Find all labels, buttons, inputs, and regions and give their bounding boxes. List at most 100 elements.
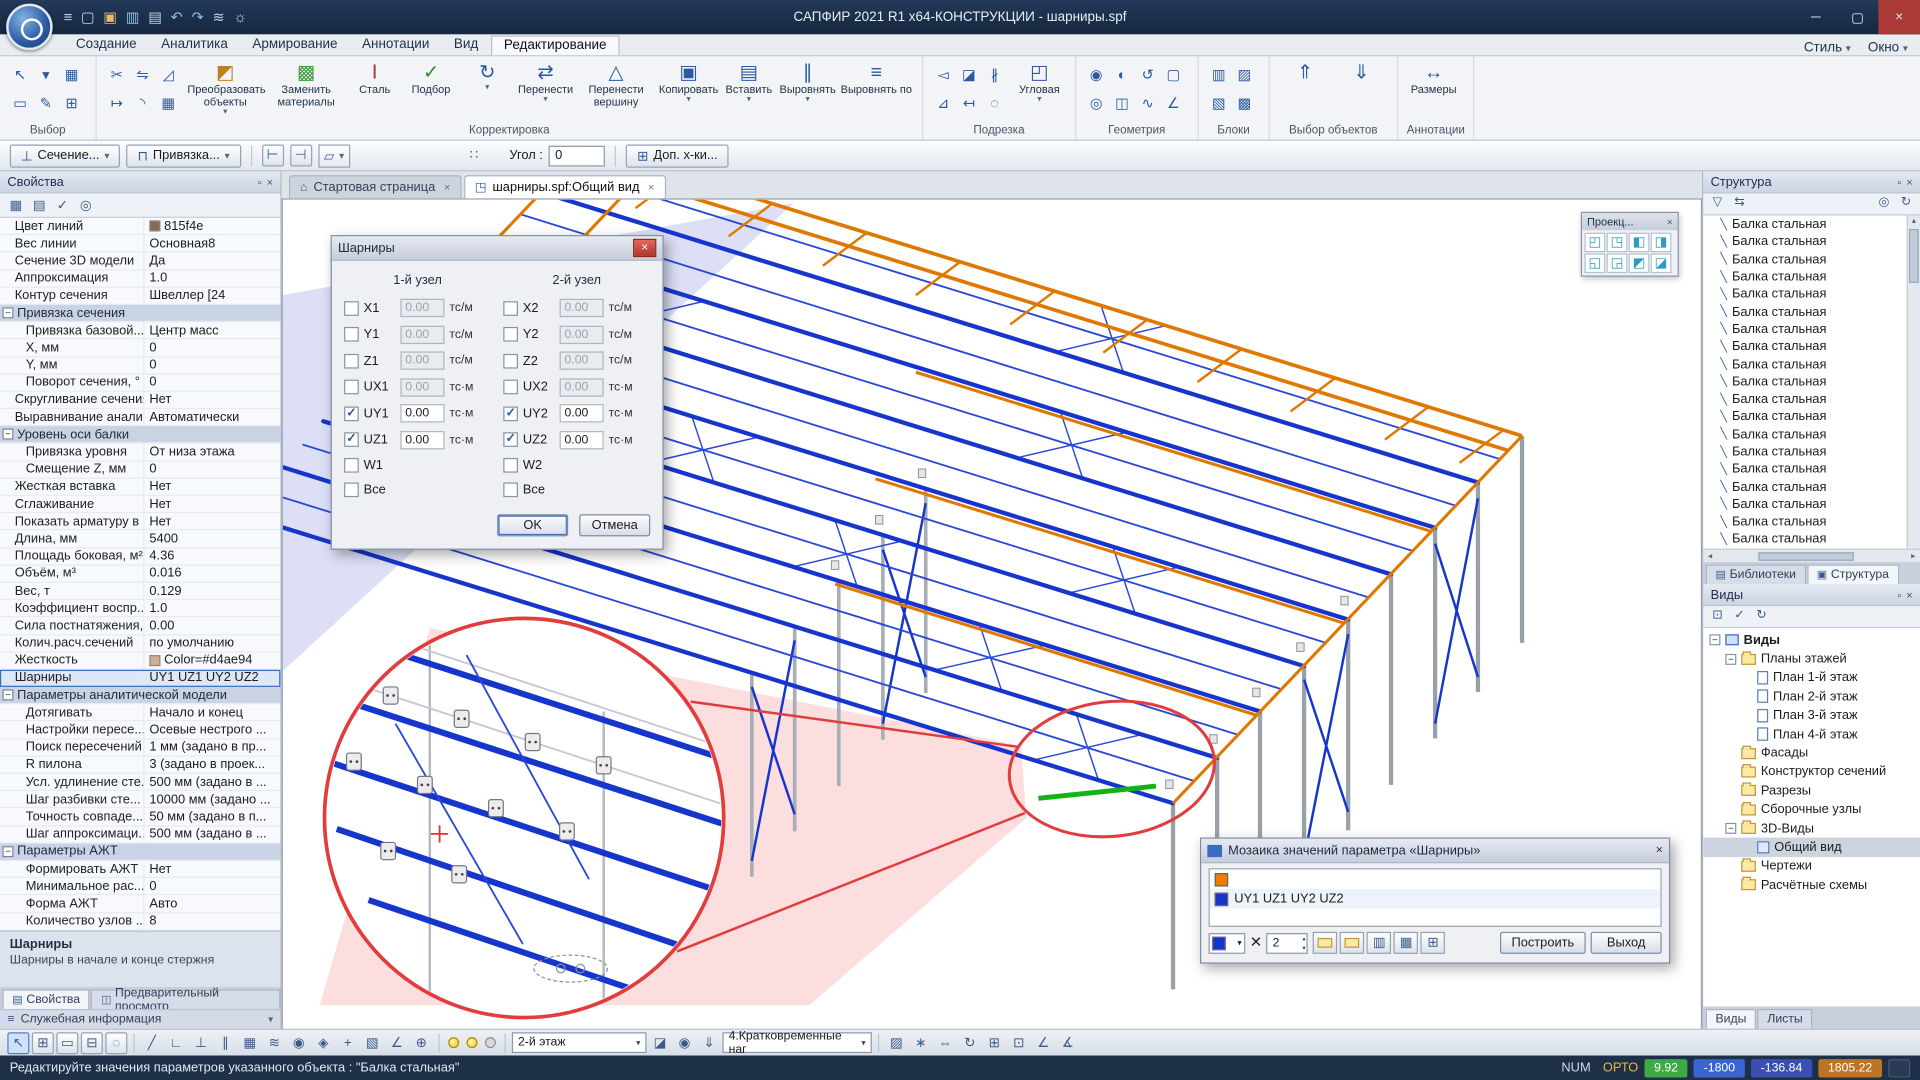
select-fence-icon[interactable]: ▦: [60, 62, 83, 85]
save-button[interactable]: ▥: [1367, 932, 1391, 954]
dock-icon[interactable]: ▫: [1897, 176, 1901, 188]
layers-button[interactable]: ≋: [263, 1032, 285, 1054]
close-icon[interactable]: ×: [267, 176, 273, 188]
scroll-left-icon[interactable]: ◂: [1703, 551, 1716, 561]
property-row[interactable]: Длина, мм5400: [0, 531, 280, 548]
dimensions-button[interactable]: ↔Размеры: [1407, 59, 1461, 123]
collapse-icon[interactable]: −: [1709, 635, 1720, 646]
views-tree-item[interactable]: −Виды: [1703, 631, 1920, 650]
link-icon[interactable]: ⇆: [1730, 195, 1748, 213]
views-tree-item[interactable]: План 3-й этаж: [1703, 706, 1920, 725]
property-row[interactable]: ДотягиватьНачало и конец: [0, 704, 280, 721]
block-explode-icon[interactable]: ▩: [1233, 91, 1256, 114]
filter-icon[interactable]: ▽: [1708, 195, 1726, 213]
structure-item[interactable]: ╲Балка стальная: [1703, 303, 1920, 321]
snap-middle-button[interactable]: ◈: [312, 1032, 334, 1054]
convert-objects-button[interactable]: ◩Преобразовать объекты▾: [186, 59, 264, 123]
checkbox-UX1[interactable]: [344, 380, 359, 395]
proj-dimetric-icon[interactable]: ◪: [1651, 253, 1672, 273]
angle-button[interactable]: ∡: [1057, 1032, 1079, 1054]
property-row[interactable]: Вес линииОсновная8: [0, 235, 280, 252]
property-value[interactable]: Color=#d4ae94: [144, 653, 280, 668]
structure-item[interactable]: ╲Балка стальная: [1703, 233, 1920, 251]
checkbox-UY2[interactable]: ✓: [503, 406, 518, 421]
property-row[interactable]: Форма АЖТАвто: [0, 895, 280, 912]
floor-select[interactable]: 2-й этаж▾: [512, 1032, 647, 1053]
property-value[interactable]: От низа этажа: [144, 445, 280, 460]
horizontal-scrollbar[interactable]: ◂ ▸: [1703, 549, 1920, 562]
block-edit-icon[interactable]: ▨: [1233, 62, 1256, 85]
zoom-window-button[interactable]: ⊞: [983, 1032, 1005, 1054]
rotate-button[interactable]: ↻▾: [460, 59, 514, 123]
property-value[interactable]: 0: [144, 879, 280, 894]
open-file-icon[interactable]: ▣: [103, 9, 117, 26]
property-value[interactable]: 500 мм (задано в ...: [144, 827, 280, 842]
property-row[interactable]: Усл. удлинение сте...500 мм (задано в ..…: [0, 774, 280, 791]
input-UZ1[interactable]: 0.00: [400, 431, 444, 449]
property-value[interactable]: Автоматически: [144, 410, 280, 425]
property-value[interactable]: 0.129: [144, 584, 280, 599]
refresh-icon[interactable]: ↻: [1752, 607, 1770, 625]
angle-input[interactable]: 0: [549, 145, 605, 166]
scroll-right-icon[interactable]: ▸: [1907, 551, 1920, 561]
proj-top-icon[interactable]: ◱: [1584, 253, 1605, 273]
checkbox-UZ2[interactable]: ✓: [503, 433, 518, 448]
tab-Армирование[interactable]: Армирование: [240, 36, 350, 56]
mosaic-view-button[interactable]: ▦: [1394, 932, 1418, 954]
service-info-bar[interactable]: ≡ Служебная информация ▾: [0, 1009, 280, 1029]
views-tree-item[interactable]: Общий вид: [1703, 838, 1920, 857]
measure-icon[interactable]: ∠: [1162, 91, 1185, 114]
collapse-icon[interactable]: −: [1725, 823, 1736, 834]
input-Y2[interactable]: 0.00: [560, 325, 604, 343]
mosaic-dialog-titlebar[interactable]: Мозаика значений параметра «Шарниры» ×: [1201, 839, 1669, 863]
property-value[interactable]: Нет: [144, 392, 280, 407]
property-row[interactable]: Привязка уровняОт низа этажа: [0, 444, 280, 461]
menu-Стиль[interactable]: Стиль▾: [1804, 40, 1851, 55]
property-row[interactable]: Количество узлов ...8: [0, 913, 280, 930]
extra-params-button[interactable]: ⊞ Доп. х-ки...: [626, 144, 729, 167]
cancel-button[interactable]: Отмена: [579, 514, 650, 536]
input-X2[interactable]: 0.00: [560, 299, 604, 317]
select-brush-icon[interactable]: ✎: [34, 91, 57, 114]
extend-icon[interactable]: ↦: [105, 91, 128, 114]
exit-button[interactable]: Выход: [1591, 932, 1662, 954]
extrude-icon[interactable]: ◫: [1110, 91, 1133, 114]
measure-button[interactable]: ∠: [1032, 1032, 1054, 1054]
checkbox-UY1[interactable]: ✓: [344, 406, 359, 421]
property-value[interactable]: Швеллер [24: [144, 288, 280, 303]
snap-node-button[interactable]: ◉: [288, 1032, 310, 1054]
input-UY2[interactable]: 0.00: [560, 404, 604, 422]
checkbox-Z1[interactable]: [344, 354, 359, 369]
property-value[interactable]: Центр масс: [144, 323, 280, 338]
proj-right-icon[interactable]: ◨: [1651, 233, 1672, 253]
collapse-icon[interactable]: −: [2, 307, 13, 318]
property-value[interactable]: 0.00: [144, 618, 280, 633]
folder-new-button[interactable]: [1313, 932, 1337, 954]
checkbox-Y2[interactable]: [503, 327, 518, 342]
views-tree-item[interactable]: План 4-й этаж: [1703, 725, 1920, 744]
split-icon[interactable]: ∦: [983, 62, 1006, 85]
proj-bottom-icon[interactable]: ◲: [1607, 253, 1628, 273]
property-row[interactable]: Аппроксимация1.0: [0, 270, 280, 287]
palette-button[interactable]: ▨: [885, 1032, 907, 1054]
close-icon[interactable]: ×: [1656, 844, 1663, 857]
structure-item[interactable]: ╲Балка стальная: [1703, 268, 1920, 286]
structure-item[interactable]: ╲Балка стальная: [1703, 513, 1920, 531]
trim-icon[interactable]: ✂: [105, 62, 128, 85]
tab-Вид[interactable]: Вид: [442, 36, 491, 56]
collapse-icon[interactable]: −: [1725, 653, 1736, 664]
move-button[interactable]: ⇄Перенести▾: [517, 59, 575, 123]
chamfer-icon[interactable]: ◿: [157, 62, 180, 85]
replace-materials-button[interactable]: ▩Заменить материалы: [267, 59, 345, 123]
extend-2-icon[interactable]: ↤: [957, 91, 980, 114]
structure-item[interactable]: ╲Балка стальная: [1703, 408, 1920, 426]
property-row[interactable]: Сечение 3D моделиДа: [0, 253, 280, 270]
select-all-icon[interactable]: ⊞: [60, 91, 83, 114]
property-value[interactable]: 1.0: [144, 601, 280, 616]
property-value[interactable]: 8: [144, 914, 280, 929]
property-value[interactable]: 0: [144, 462, 280, 477]
document-tab[interactable]: ⌂Стартовая страница×: [289, 175, 461, 198]
property-row[interactable]: Площадь боковая, м²4.36: [0, 548, 280, 565]
close-tab-icon[interactable]: ×: [648, 181, 654, 193]
app-logo-icon[interactable]: [6, 4, 53, 51]
